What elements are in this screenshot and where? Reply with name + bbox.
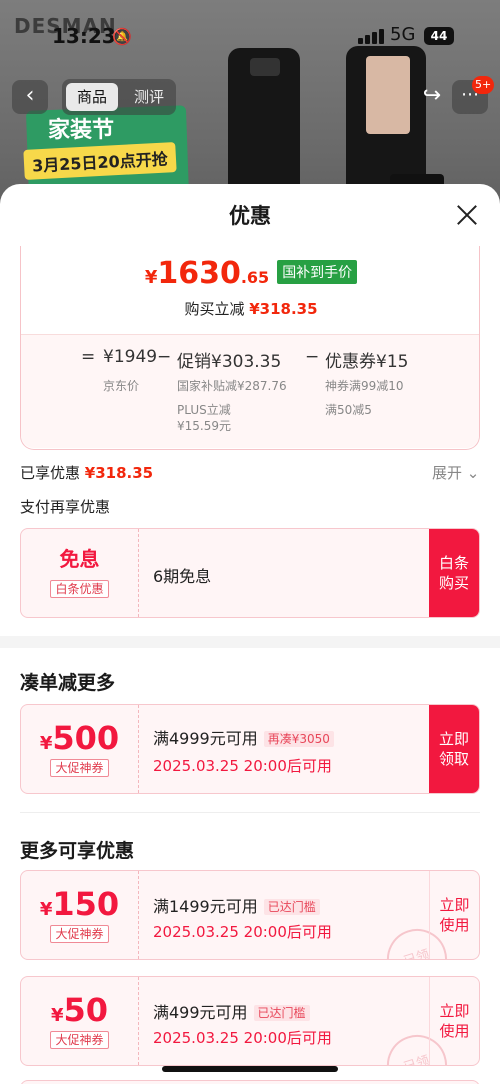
promo-amount: 促销¥303.35 (177, 352, 282, 372)
claim-coupon-button[interactable]: 立即领取 (429, 705, 479, 793)
installment-card: 免息 白条优惠 6期免息 白条购买 (20, 528, 480, 618)
installment-title: 免息 (59, 547, 100, 571)
discount-value: ¥318.35 (249, 300, 318, 318)
coupon-amount: 500 (52, 719, 120, 757)
coupon-amount-block: ¥50 大促神券 (21, 977, 139, 1065)
base-price-label: 京东价 (103, 379, 140, 393)
signal-icon (358, 28, 386, 44)
coupon-amount: 150 (52, 885, 120, 923)
baitiao-buy-label: 白条购买 (438, 554, 469, 592)
tab-goods[interactable]: 商品 (66, 83, 118, 111)
coupon-condition: 满499元可用 已达门槛 (153, 999, 310, 1023)
coupon-currency: ¥ (50, 1005, 64, 1026)
promo-detail: 国家补贴减¥287.76 (177, 379, 287, 393)
notification-badge: 5+ (472, 76, 495, 94)
divider (20, 812, 480, 813)
coupon-card: ¥50 大促神券 满499元可用 已达门槛 2025.03.25 20:00后可用… (20, 976, 480, 1066)
claim-coupon-label: 立即领取 (438, 730, 469, 768)
minus-sign: − (305, 347, 320, 367)
minus-sign: − (157, 347, 172, 367)
coupon-currency: ¥ (39, 899, 53, 920)
price-summary: ¥1630.65 国补到手价 购买立减 ¥318.35 = ¥1949 京东价 −… (20, 246, 480, 450)
coupon-condition-text: 满499元可用 (153, 1003, 248, 1022)
use-coupon-button[interactable]: 立即使用 (429, 977, 479, 1065)
discount-line: 购买立减 ¥318.35 (21, 298, 481, 319)
coupon-type-tag: 大促神券 (50, 1031, 109, 1049)
coupon-status-tag: 再凑¥3050 (263, 731, 334, 747)
price-breakdown: = ¥1949 京东价 − 促销¥303.35 国家补贴减¥287.76 PLU… (21, 334, 479, 448)
discount-sheet: 优惠 ¥1630.65 国补到手价 购买立减 ¥318.35 = ¥1949 京东… (0, 184, 500, 1084)
discount-label: 购买立减 (184, 300, 245, 318)
price-decimal: .65 (240, 268, 270, 287)
coupon-card: ¥150 大促神券 满1499元可用 已达门槛 2025.03.25 20:00后… (20, 870, 480, 960)
coupon-amount-block: ¥500 大促神券 (21, 705, 139, 793)
coupon-valid-time: 2025.03.25 20:00后可用 (153, 1029, 332, 1047)
coupon-condition-text: 满4999元可用 (153, 729, 258, 748)
coupon-status-tag: 已达门槛 (263, 899, 320, 915)
installment-left: 免息 白条优惠 (21, 529, 139, 617)
section-divider (0, 636, 500, 648)
coupon-amount-block: ¥150 大促神券 (21, 871, 139, 959)
promo-detail: PLUS立减 (177, 403, 231, 417)
section-title-more-offers: 更多可享优惠 (20, 840, 135, 862)
final-price: ¥1630.65 国补到手价 (21, 256, 481, 291)
product-tabs: 商品 测评 (62, 79, 176, 115)
network-type: 5G (390, 24, 416, 45)
use-coupon-label: 立即使用 (439, 1002, 470, 1040)
expand-toggle[interactable]: 展开 ⌄ (432, 462, 479, 483)
use-coupon-button[interactable]: 立即使用 (429, 871, 479, 959)
baitiao-buy-button[interactable]: 白条购买 (429, 529, 479, 617)
equals-sign: = (81, 347, 96, 367)
subsidy-tag: 国补到手价 (277, 260, 358, 284)
coupon-valid-time: 2025.03.25 20:00后可用 (153, 923, 332, 941)
pay-discount-title: 支付再享优惠 (20, 498, 111, 516)
coupon-detail: 神券满99减10 (325, 379, 404, 393)
installment-desc: 6期免息 (153, 567, 212, 586)
price-integer: 1630 (157, 256, 241, 291)
mute-bell-icon: 🔕 (112, 27, 132, 46)
price-currency: ¥ (144, 267, 158, 288)
saved-summary: 已享优惠 ¥318.35 (20, 462, 153, 483)
coupon-type-tag: 大促神券 (50, 925, 109, 943)
tab-review[interactable]: 测评 (126, 83, 172, 111)
close-icon[interactable] (454, 202, 480, 228)
installment-tag: 白条优惠 (50, 580, 109, 598)
battery-icon: 44 (424, 27, 454, 45)
coupon-detail: 满50减5 (325, 403, 372, 417)
promo-detail: ¥15.59元 (177, 419, 231, 433)
coupon-condition: 满4999元可用 再凑¥3050 (153, 725, 334, 749)
sheet-title: 优惠 (229, 204, 271, 228)
promo-title: 家装节 (48, 118, 115, 143)
coupon-condition: 满1499元可用 已达门槛 (153, 893, 320, 917)
status-time: 13:23 (52, 24, 116, 48)
product-image-lock-2 (346, 46, 444, 206)
coupon-type-tag: 大促神券 (50, 759, 109, 777)
sheet-header: 优惠 (0, 184, 500, 246)
expand-label: 展开 (432, 464, 463, 482)
coupon-status-tag: 已达门槛 (253, 1005, 310, 1021)
coupon-amount: 优惠券¥15 (325, 352, 409, 372)
chevron-down-icon: ⌄ (466, 464, 480, 482)
coupon-amount: 50 (63, 991, 109, 1029)
base-price: ¥1949 (103, 347, 158, 367)
coupon-valid-time: 2025.03.25 20:00后可用 (153, 757, 332, 775)
home-indicator[interactable] (162, 1066, 338, 1072)
use-coupon-label: 立即使用 (439, 896, 470, 934)
share-icon[interactable]: ↪ (412, 80, 452, 114)
coupon-condition-text: 满1499元可用 (153, 897, 258, 916)
saved-label: 已享优惠 (20, 464, 81, 482)
saved-value: ¥318.35 (84, 464, 154, 482)
coupon-card-partial (20, 1080, 480, 1084)
back-button[interactable]: ‹ (12, 80, 48, 114)
coupon-currency: ¥ (39, 733, 53, 754)
coupon-card: ¥500 大促神券 满4999元可用 再凑¥3050 2025.03.25 20:… (20, 704, 480, 794)
section-title-more-discount: 凑单减更多 (20, 672, 116, 694)
